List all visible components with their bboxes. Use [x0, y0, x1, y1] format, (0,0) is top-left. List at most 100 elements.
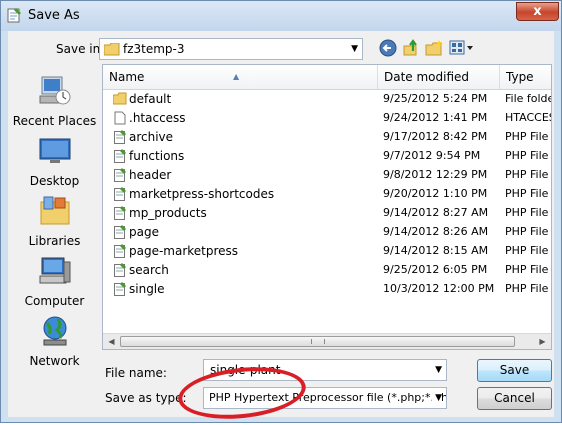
file-date: 9/14/2012 8:26 AM [383, 225, 489, 238]
file-type: PHP File [505, 225, 549, 238]
column-name-label: Name [109, 70, 145, 84]
back-icon[interactable] [379, 39, 397, 57]
place-label: Network [29, 354, 80, 368]
file-list[interactable]: Name ▲ Date modified Type default 9/25/20… [102, 64, 552, 350]
sort-ascending-icon: ▲ [233, 72, 240, 81]
cancel-button[interactable]: Cancel [477, 387, 552, 410]
file-date: 9/25/2012 6:05 PM [383, 263, 488, 276]
place-network[interactable]: Network [8, 314, 101, 368]
file-type: PHP File [505, 206, 549, 219]
file-name: single [129, 282, 165, 296]
file-type: PHP File [505, 282, 549, 295]
folder-icon [113, 92, 127, 105]
php-file-icon [114, 187, 126, 201]
desktop-icon [39, 138, 70, 163]
file-row[interactable]: default 9/25/2012 5:24 PM File folder [103, 90, 551, 109]
file-type: PHP File [505, 244, 549, 257]
place-recent-places[interactable]: Recent Places [8, 74, 101, 128]
file-name: mp_products [129, 206, 207, 220]
file-row[interactable]: functions 9/7/2012 9:54 PM PHP File [103, 147, 551, 166]
file-type: PHP File [505, 263, 549, 276]
file-name: header [129, 168, 172, 182]
chevron-down-icon[interactable]: ▼ [435, 365, 442, 375]
recent-places-icon [39, 76, 70, 105]
file-row[interactable]: header 9/8/2012 12:29 PM PHP File [103, 166, 551, 185]
file-name-label: File name: [105, 366, 167, 380]
php-file-icon [114, 244, 126, 258]
file-date: 9/14/2012 8:27 AM [383, 206, 489, 219]
network-icon [43, 316, 66, 346]
blank-file-icon [114, 111, 126, 125]
place-label: Recent Places [12, 114, 97, 128]
file-row[interactable]: mp_products 9/14/2012 8:27 AM PHP File [103, 204, 551, 223]
save-as-dialog: Save As x Save in: fz3temp-3 ▼ Recent Pl… [0, 0, 562, 425]
file-date: 9/24/2012 1:41 PM [383, 111, 488, 124]
file-date: 9/20/2012 1:10 PM [383, 187, 488, 200]
save-in-value: fz3temp-3 [123, 42, 185, 56]
close-button[interactable]: x [516, 2, 559, 21]
file-date: 9/14/2012 8:15 AM [383, 244, 489, 257]
file-type: HTACCES [505, 111, 552, 124]
places-bar: Recent Places Desktop Libraries Computer… [8, 64, 101, 370]
file-name: .htaccess [129, 111, 186, 125]
scroll-left-icon[interactable]: ◀ [103, 334, 120, 349]
save-button[interactable]: Save [477, 359, 552, 382]
php-file-icon [114, 206, 126, 220]
file-name: functions [129, 149, 185, 163]
place-label: Computer [24, 294, 85, 308]
libraries-icon [40, 196, 69, 225]
file-name: marketpress-shortcodes [129, 187, 275, 201]
column-header-name[interactable]: Name ▲ [103, 65, 378, 89]
folder-icon [104, 43, 120, 56]
php-file-icon [114, 130, 126, 144]
file-row[interactable]: single 10/3/2012 12:00 PM PHP File [103, 280, 551, 299]
file-row[interactable]: marketpress-shortcodes 9/20/2012 1:10 PM P… [103, 185, 551, 204]
dialog-title: Save As [28, 8, 80, 23]
file-date: 9/17/2012 8:42 PM [383, 130, 488, 143]
dialog-body: Save in: fz3temp-3 ▼ Recent Places Deskt… [8, 31, 554, 425]
file-type: File folder [505, 92, 551, 105]
place-desktop[interactable]: Desktop [8, 134, 101, 188]
up-folder-icon[interactable] [402, 39, 420, 57]
computer-icon [39, 257, 70, 284]
file-type: PHP File [505, 130, 549, 143]
title-bar[interactable]: Save As x [1, 1, 561, 31]
file-row[interactable]: search 9/25/2012 6:05 PM PHP File [103, 261, 551, 280]
place-computer[interactable]: Computer [8, 254, 101, 308]
php-file-icon [114, 263, 126, 277]
file-date: 9/8/2012 12:29 PM [383, 168, 488, 181]
column-header-type[interactable]: Type [500, 65, 551, 89]
file-type: PHP File [505, 149, 549, 162]
file-row[interactable]: page-marketpress 9/14/2012 8:15 AM PHP Fil… [103, 242, 551, 261]
scroll-right-icon[interactable]: ▶ [534, 334, 551, 349]
file-row[interactable]: .htaccess 9/24/2012 1:41 PM HTACCES [103, 109, 551, 128]
place-label: Desktop [29, 174, 80, 188]
file-list-header: Name ▲ Date modified Type [103, 65, 551, 90]
column-header-date[interactable]: Date modified [378, 65, 500, 89]
close-icon: x [533, 4, 542, 19]
file-type: PHP File [505, 187, 549, 200]
file-name: default [129, 92, 172, 106]
file-name: archive [129, 130, 174, 144]
annotation-ellipse [175, 361, 309, 425]
file-date: 9/7/2012 9:54 PM [383, 149, 481, 162]
php-file-icon [114, 168, 126, 182]
column-type-label: Type [506, 70, 534, 84]
php-file-icon [114, 225, 126, 239]
chevron-down-icon[interactable]: ▼ [432, 393, 442, 403]
file-type: PHP File [505, 168, 549, 181]
file-row[interactable]: page 9/14/2012 8:26 AM PHP File [103, 223, 551, 242]
scrollbar-thumb[interactable] [120, 336, 515, 347]
save-in-dropdown[interactable]: fz3temp-3 ▼ [99, 38, 363, 60]
file-date: 9/25/2012 5:24 PM [383, 92, 488, 105]
file-row[interactable]: archive 9/17/2012 8:42 PM PHP File [103, 128, 551, 147]
file-name: page-marketpress [129, 244, 239, 258]
file-name: search [129, 263, 169, 277]
place-libraries[interactable]: Libraries [8, 194, 101, 248]
new-folder-icon[interactable] [425, 39, 443, 57]
horizontal-scrollbar[interactable]: ◀ ▶ [103, 333, 551, 349]
chevron-down-icon[interactable]: ▼ [351, 44, 358, 54]
views-menu-icon[interactable] [449, 39, 475, 57]
php-file-icon [114, 149, 126, 163]
save-as-type-label: Save as type: [105, 391, 187, 405]
